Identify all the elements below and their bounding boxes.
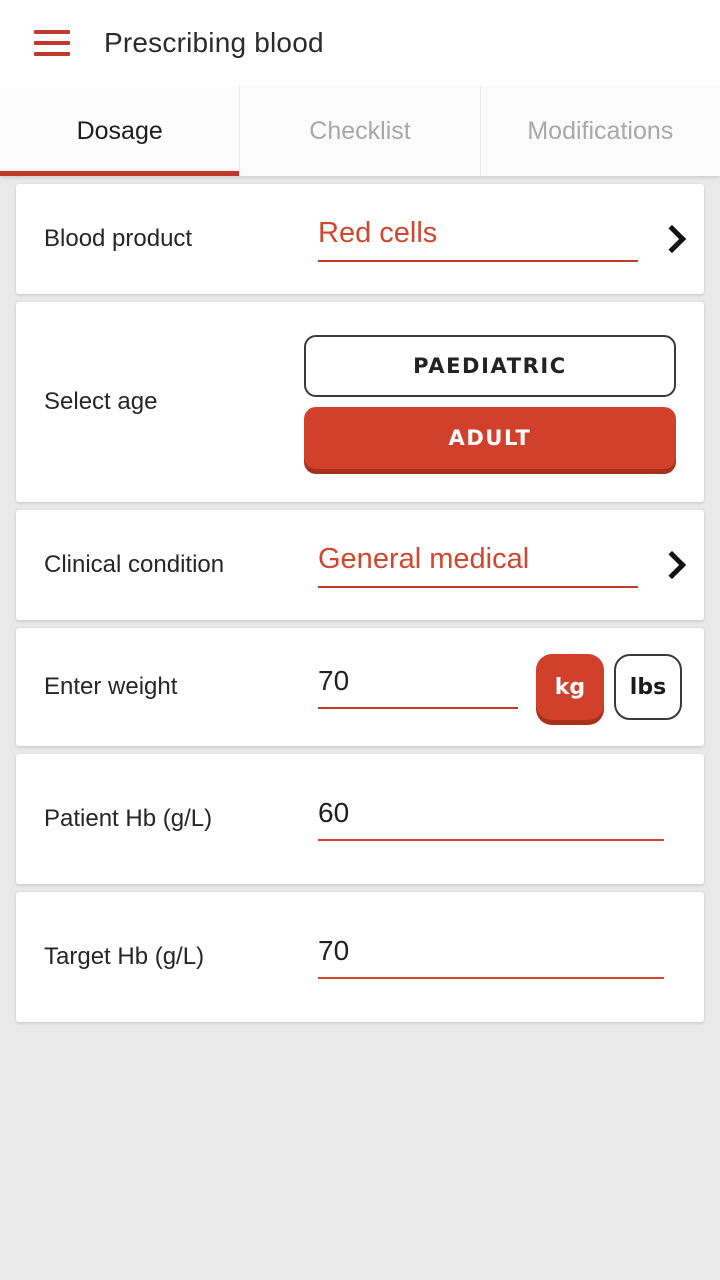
field-blood-product[interactable]: Blood product Red cells	[16, 184, 704, 294]
blood-product-value-wrap: Red cells	[318, 217, 638, 262]
weight-unit-kg[interactable]: kg	[536, 654, 604, 720]
tab-label: Modifications	[527, 116, 674, 145]
dosage-form: Blood product Red cells Select age PAEDI…	[0, 176, 720, 1280]
patient-hb-field: 60	[304, 754, 682, 884]
weight-unit-label: kg	[554, 674, 586, 700]
tab-checklist[interactable]: Checklist	[240, 86, 481, 176]
tab-dosage[interactable]: Dosage	[0, 86, 241, 176]
hamburger-line	[34, 52, 70, 56]
target-hb-field: 70	[304, 892, 682, 1022]
age-option-label: ADULT	[448, 426, 532, 450]
tab-label: Dosage	[76, 116, 163, 145]
field-patient-hb: Patient Hb (g/L) 60	[16, 754, 704, 884]
chevron-right-icon[interactable]	[660, 222, 682, 256]
field-select-age: Select age PAEDIATRIC ADULT	[16, 302, 704, 502]
select-age-label: Select age	[44, 388, 158, 415]
weight-input[interactable]: 70	[318, 665, 518, 709]
enter-weight-label: Enter weight	[44, 673, 178, 700]
hamburger-line	[34, 30, 70, 34]
patient-hb-value: 60	[318, 797, 350, 828]
field-clinical-condition[interactable]: Clinical condition General medical	[16, 510, 704, 620]
weight-unit-toggle: kg lbs	[536, 654, 682, 720]
weight-unit-label: lbs	[629, 674, 667, 700]
clinical-condition-value-wrap: General medical	[318, 543, 638, 588]
tab-label: Checklist	[309, 116, 411, 145]
tab-modifications[interactable]: Modifications	[480, 86, 720, 176]
weight-value: 70	[318, 665, 350, 696]
clinical-condition-picker[interactable]: General medical	[304, 510, 682, 620]
weight-unit-lbs[interactable]: lbs	[614, 654, 682, 720]
patient-hb-label: Patient Hb (g/L)	[44, 805, 213, 832]
hamburger-line	[34, 41, 70, 45]
target-hb-label: Target Hb (g/L)	[44, 943, 205, 970]
chevron-right-icon[interactable]	[660, 548, 682, 582]
age-option-adult[interactable]: ADULT	[304, 407, 676, 469]
blood-product-value: Red cells	[318, 216, 438, 249]
target-hb-value: 70	[318, 935, 350, 966]
patient-hb-input[interactable]: 60	[318, 797, 664, 841]
age-option-label: PAEDIATRIC	[413, 354, 567, 378]
clinical-condition-value: General medical	[318, 542, 530, 575]
app-header: Prescribing blood	[0, 0, 720, 86]
blood-product-picker[interactable]: Red cells	[304, 184, 682, 294]
field-target-hb: Target Hb (g/L) 70	[16, 892, 704, 1022]
target-hb-input[interactable]: 70	[318, 935, 664, 979]
app-screen: Prescribing blood Dosage Checklist Modif…	[0, 0, 720, 1280]
clinical-condition-label: Clinical condition	[44, 551, 225, 578]
blood-product-label: Blood product	[44, 225, 193, 252]
age-segmented-control: PAEDIATRIC ADULT	[304, 335, 700, 469]
tab-bar: Dosage Checklist Modifications	[0, 86, 720, 176]
field-enter-weight: Enter weight 70 kg lbs	[16, 628, 704, 746]
hamburger-menu-icon[interactable]	[34, 28, 74, 58]
age-option-paediatric[interactable]: PAEDIATRIC	[304, 335, 676, 397]
page-title: Prescribing blood	[104, 27, 324, 58]
enter-weight-field: 70 kg lbs	[304, 628, 682, 746]
